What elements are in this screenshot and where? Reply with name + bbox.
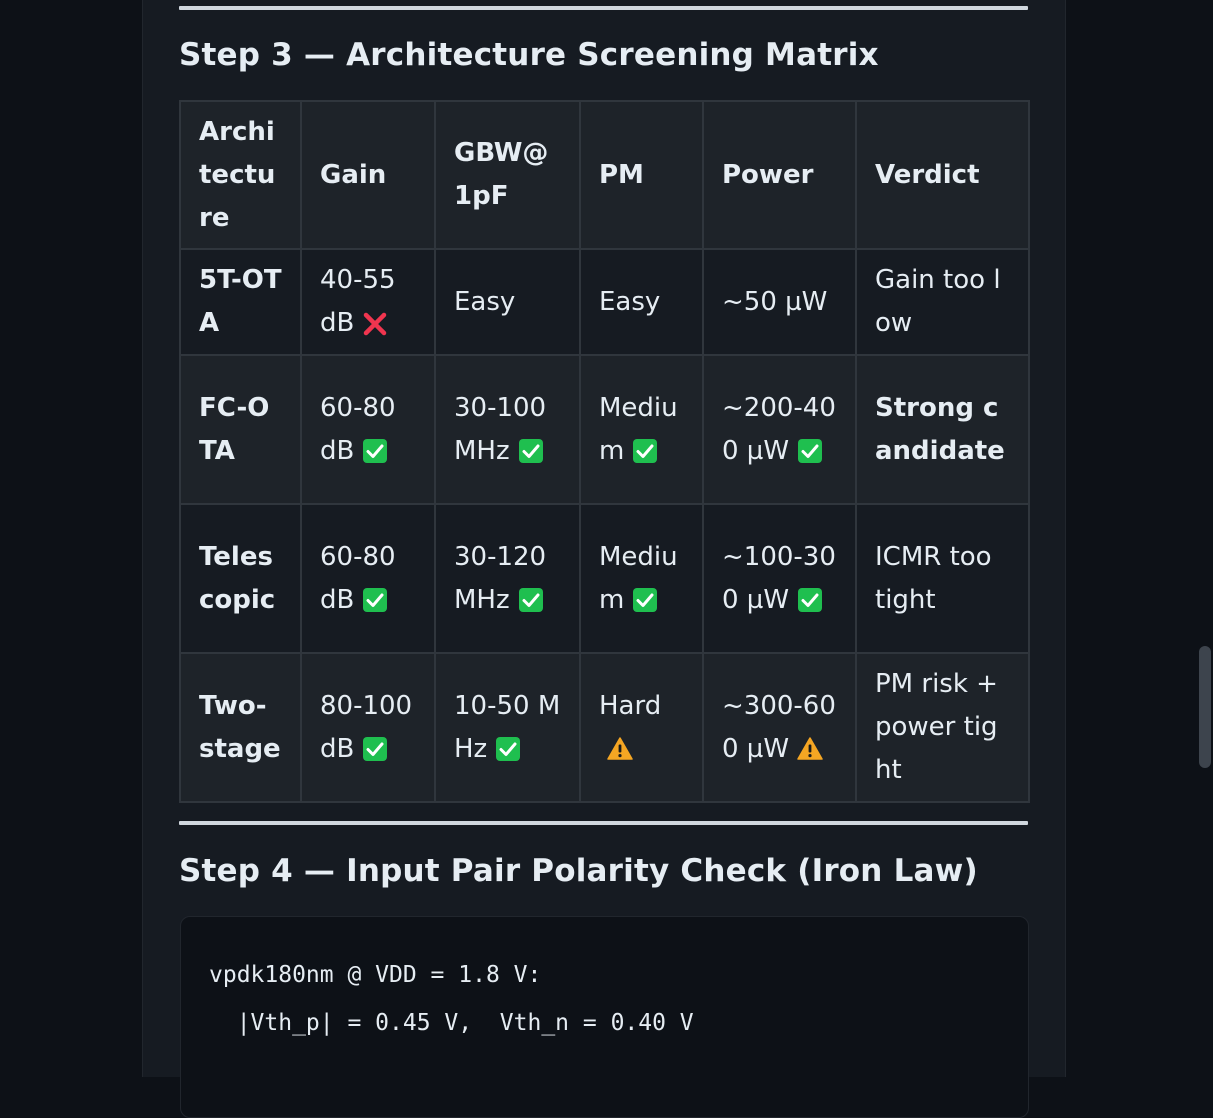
- warning-icon: [607, 733, 633, 760]
- header-pm: PM: [579, 100, 704, 250]
- table-row: Two-stage 80-100 dB 10-50 MHz Hard ~300-600 …: [179, 652, 1030, 803]
- cell-architecture-text: FC-OTA: [199, 392, 270, 466]
- cell-gbw: 30-120 MHz: [434, 503, 581, 654]
- header-architecture: Architecture: [179, 100, 302, 250]
- table-row: FC-OTA 60-80 dB 30-100 MHz Medium ~200-400 µ…: [179, 354, 1030, 505]
- scrollbar-thumb[interactable]: [1199, 646, 1211, 768]
- cell-pm: Hard: [579, 652, 704, 803]
- cell-verdict-text: ICMR too tight: [875, 541, 992, 615]
- cell-gain: 60-80 dB: [300, 354, 436, 505]
- cell-gbw: Easy: [434, 248, 581, 356]
- cell-pm-text: Easy: [599, 286, 661, 317]
- check-icon: [797, 584, 823, 612]
- cell-verdict-text: Strong candidate: [875, 392, 1005, 466]
- cell-gbw: 10-50 MHz: [434, 652, 581, 803]
- cell-pm: Easy: [579, 248, 704, 356]
- cell-pm: Medium: [579, 503, 704, 654]
- cell-gain: 80-100 dB: [300, 652, 436, 803]
- cell-power: ~200-400 µW: [702, 354, 857, 505]
- header-gbw-label: GBW@ 1pF: [454, 138, 549, 211]
- cell-verdict: Gain too low: [855, 248, 1030, 356]
- cross-icon: [362, 308, 388, 335]
- code-block: vpdk180nm @ VDD = 1.8 V: |Vth_p| = 0.45 …: [180, 916, 1029, 1118]
- cell-verdict-text: PM risk + power tight: [875, 669, 998, 785]
- cell-architecture: 5T-OTA: [179, 248, 302, 356]
- step3-heading: Step 3 — Architecture Screening Matrix: [179, 37, 879, 73]
- cell-power: ~50 µW: [702, 248, 857, 356]
- header-power: Power: [702, 100, 857, 250]
- cell-architecture-text: Telescopic: [199, 541, 276, 615]
- check-icon: [797, 435, 823, 463]
- cell-verdict: Strong candidate: [855, 354, 1030, 505]
- cell-verdict: ICMR too tight: [855, 503, 1030, 654]
- architecture-matrix-table: Architecture Gain GBW@ 1pF PM Power Verd…: [179, 100, 1030, 803]
- check-icon: [362, 584, 388, 612]
- header-gbw: GBW@ 1pF: [434, 100, 581, 250]
- divider-top: [179, 6, 1028, 10]
- table-header-row: Architecture Gain GBW@ 1pF PM Power Verd…: [179, 100, 1030, 250]
- check-icon: [362, 733, 388, 761]
- cell-verdict-text: Gain too low: [875, 265, 1001, 338]
- cell-architecture: Two-stage: [179, 652, 302, 803]
- cell-verdict: PM risk + power tight: [855, 652, 1030, 803]
- cell-gain: 60-80 dB: [300, 503, 436, 654]
- code-text: vpdk180nm @ VDD = 1.8 V: |Vth_p| = 0.45 …: [181, 917, 1028, 1081]
- warning-icon: [797, 733, 823, 760]
- cell-architecture: Telescopic: [179, 503, 302, 654]
- cell-power-text: ~50 µW: [722, 286, 828, 317]
- header-gain: Gain: [300, 100, 436, 250]
- check-icon: [495, 733, 521, 761]
- check-icon: [362, 435, 388, 463]
- code-line: |Vth_p| = 0.45 V, Vth_n = 0.40 V: [209, 1010, 694, 1036]
- check-icon: [518, 435, 544, 463]
- cell-power: ~100-300 µW: [702, 503, 857, 654]
- header-verdict: Verdict: [855, 100, 1030, 250]
- cell-architecture-text: Two-stage: [199, 690, 281, 764]
- cell-pm: Medium: [579, 354, 704, 505]
- cell-gbw: 30-100 MHz: [434, 354, 581, 505]
- step4-heading: Step 4 — Input Pair Polarity Check (Iron…: [179, 853, 978, 889]
- check-icon: [518, 584, 544, 612]
- cell-power: ~300-600 µW: [702, 652, 857, 803]
- table-row: Telescopic 60-80 dB 30-120 MHz Medium ~100-3…: [179, 503, 1030, 654]
- check-icon: [632, 584, 658, 612]
- cell-architecture: FC-OTA: [179, 354, 302, 505]
- check-icon: [632, 435, 658, 463]
- cell-architecture-text: 5T-OTA: [199, 265, 282, 338]
- cell-gbw-text: Easy: [454, 286, 516, 317]
- cell-pm-text: Hard: [599, 690, 662, 721]
- cell-gain: 40-55 dB: [300, 248, 436, 356]
- divider-bottom: [179, 821, 1028, 825]
- code-line: vpdk180nm @ VDD = 1.8 V:: [209, 962, 542, 988]
- table-row: 5T-OTA 40-55 dB Easy Easy ~50 µW Gain too low: [179, 248, 1030, 356]
